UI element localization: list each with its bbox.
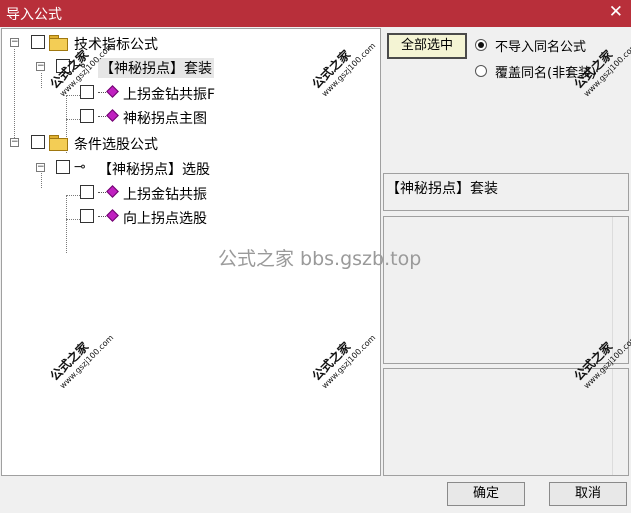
tree-node-label: 上拐金钻共振F xyxy=(123,87,216,103)
title-bar: 导入公式 ✕ xyxy=(0,0,631,27)
folder-icon xyxy=(49,135,68,151)
tree-node-label: 【神秘拐点】套装 xyxy=(98,58,214,78)
formula-gem-icon xyxy=(98,109,120,124)
tree-checkbox[interactable] xyxy=(31,135,45,149)
tree-node-label: 神秘拐点主图 xyxy=(123,111,207,127)
tree-node-suite[interactable]: − ⊸ 【神秘拐点】选股 xyxy=(2,157,382,179)
tree-checkbox[interactable] xyxy=(80,185,94,199)
radio-no-import-indicator[interactable] xyxy=(475,39,487,51)
selected-formula-name: 【神秘拐点】套装 xyxy=(383,173,629,211)
key-icon: ⊸ xyxy=(74,159,86,175)
tree-node-formula[interactable]: 上拐金钻共振 xyxy=(2,182,382,204)
tree-node-label: 上拐金钻共振 xyxy=(123,187,207,203)
collapse-toggle[interactable]: − xyxy=(36,163,45,172)
tree-node-label: 条件选股公式 xyxy=(74,137,158,153)
radio-no-import-label: 不导入同名公式 xyxy=(495,40,587,55)
tree-checkbox[interactable] xyxy=(80,109,94,123)
formula-gem-icon xyxy=(98,185,120,200)
tree-node-indicator-formulas[interactable]: − 技术指标公式 xyxy=(2,32,382,54)
collapse-toggle[interactable]: − xyxy=(10,38,19,47)
folder-icon xyxy=(49,35,68,51)
ok-button[interactable]: 确定 xyxy=(447,482,525,506)
tree-checkbox[interactable] xyxy=(31,35,45,49)
parameter-scrollbar[interactable] xyxy=(612,369,628,475)
collapse-toggle[interactable]: − xyxy=(36,62,45,71)
close-icon[interactable]: ✕ xyxy=(609,2,623,22)
tree-checkbox[interactable] xyxy=(80,209,94,223)
radio-overwrite-indicator[interactable] xyxy=(475,65,487,77)
tree-node-formula[interactable]: 神秘拐点主图 xyxy=(2,106,382,128)
selected-formula-name-text: 【神秘拐点】套装 xyxy=(386,181,498,197)
collapse-toggle[interactable]: − xyxy=(10,138,19,147)
formula-description-box[interactable] xyxy=(383,216,629,364)
select-all-button[interactable]: 全部选中 xyxy=(387,33,467,59)
tree-node-formula[interactable]: 向上拐点选股 xyxy=(2,206,382,228)
formula-gem-icon xyxy=(98,85,120,100)
tree-checkbox[interactable] xyxy=(56,160,70,174)
tree-node-screening-formulas[interactable]: − 条件选股公式 xyxy=(2,132,382,154)
center-watermark: 公式之家 bbs.gszb.top xyxy=(218,248,422,270)
window-title: 导入公式 xyxy=(6,7,62,23)
tree-checkbox[interactable] xyxy=(80,85,94,99)
tree-node-label: 向上拐点选股 xyxy=(123,211,207,227)
cancel-button[interactable]: 取消 xyxy=(549,482,627,506)
formula-gem-icon xyxy=(98,209,120,224)
tree-node-label: 【神秘拐点】选股 xyxy=(98,162,210,178)
